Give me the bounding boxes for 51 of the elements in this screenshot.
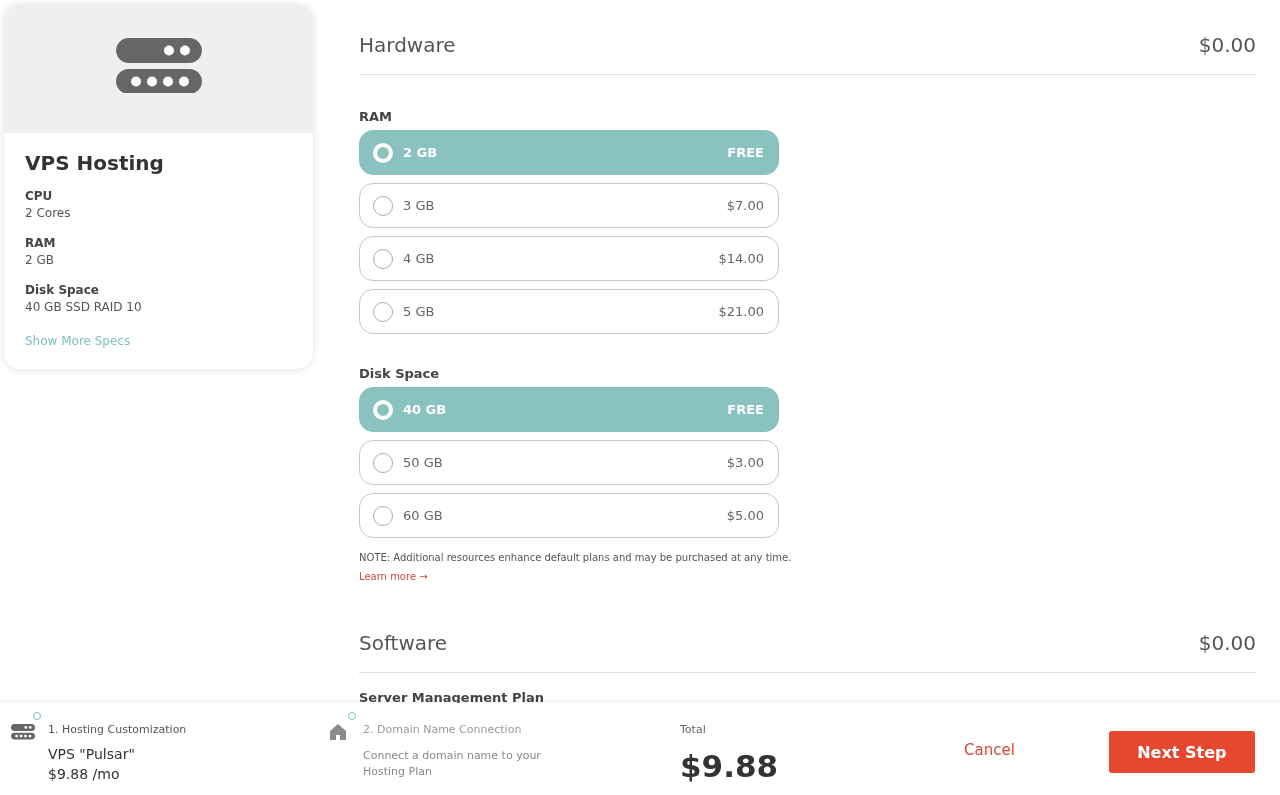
option-price: FREE [727, 402, 764, 417]
home-icon [329, 723, 347, 741]
section-title: Software [359, 631, 448, 655]
plan-price: $9.88 /mo [48, 766, 121, 782]
option-button[interactable]: 3 GB $7.00 [359, 183, 779, 228]
spec-value: 2 Cores [25, 206, 72, 220]
status-dot [348, 712, 356, 720]
total-label: Total [680, 723, 707, 736]
spec-label: CPU [25, 189, 54, 203]
learn-more-link[interactable]: Learn more → [359, 571, 428, 582]
next-step-button[interactable]: Next Step [1108, 731, 1255, 773]
section-title: Hardware [359, 33, 456, 57]
option-price: $3.00 [726, 455, 764, 470]
option-price: $14.00 [718, 251, 764, 266]
option-label: 3 GB [403, 198, 435, 213]
server-icon [115, 37, 202, 94]
spec-value: 40 GB SSD RAID 10 [25, 300, 143, 314]
option-label: 4 GB [403, 251, 435, 266]
group-label: Server Management Plan [359, 691, 546, 705]
option-price: FREE [727, 145, 764, 160]
option-label: 5 GB [403, 304, 435, 319]
option-price: $5.00 [726, 508, 764, 523]
group-label: Disk Space [359, 366, 441, 381]
option-button[interactable]: 60 GB $5.00 [359, 493, 779, 538]
option-label: 50 GB [403, 455, 443, 470]
spec-value: 2 GB [25, 253, 55, 267]
option-button[interactable]: 4 GB $14.00 [359, 236, 779, 281]
option-price: $21.00 [718, 304, 764, 319]
spec-label: Disk Space [25, 283, 100, 297]
step-title: 2. Domain Name Connection [363, 723, 523, 736]
server-icon [11, 724, 35, 740]
note-text: NOTE: Additional resources enhance default plans and may be purchased at any time. [359, 552, 793, 563]
total-price: $9.88 [680, 748, 780, 784]
option-label: 40 GB [403, 402, 447, 417]
radio-icon [373, 142, 393, 163]
option-label: 2 GB [403, 145, 438, 160]
spec-label: RAM [25, 236, 57, 250]
section-price: $0.00 [1198, 631, 1256, 655]
plan-name: VPS "Pulsar" [48, 746, 136, 762]
step-title: 1. Hosting Customization [48, 723, 187, 736]
cancel-button[interactable]: Cancel [960, 737, 1019, 763]
option-label: 60 GB [403, 508, 443, 523]
plan-title: VPS Hosting [25, 151, 165, 175]
step-description: Connect a domain name to your Hosting Plan [363, 748, 542, 780]
option-price: $7.00 [726, 198, 764, 213]
radio-icon [373, 399, 393, 420]
section-price: $0.00 [1198, 33, 1256, 57]
option-button[interactable]: 50 GB $3.00 [359, 440, 779, 485]
status-dot [33, 712, 41, 720]
option-button[interactable]: 5 GB $21.00 [359, 289, 779, 334]
group-label: RAM [359, 109, 393, 124]
